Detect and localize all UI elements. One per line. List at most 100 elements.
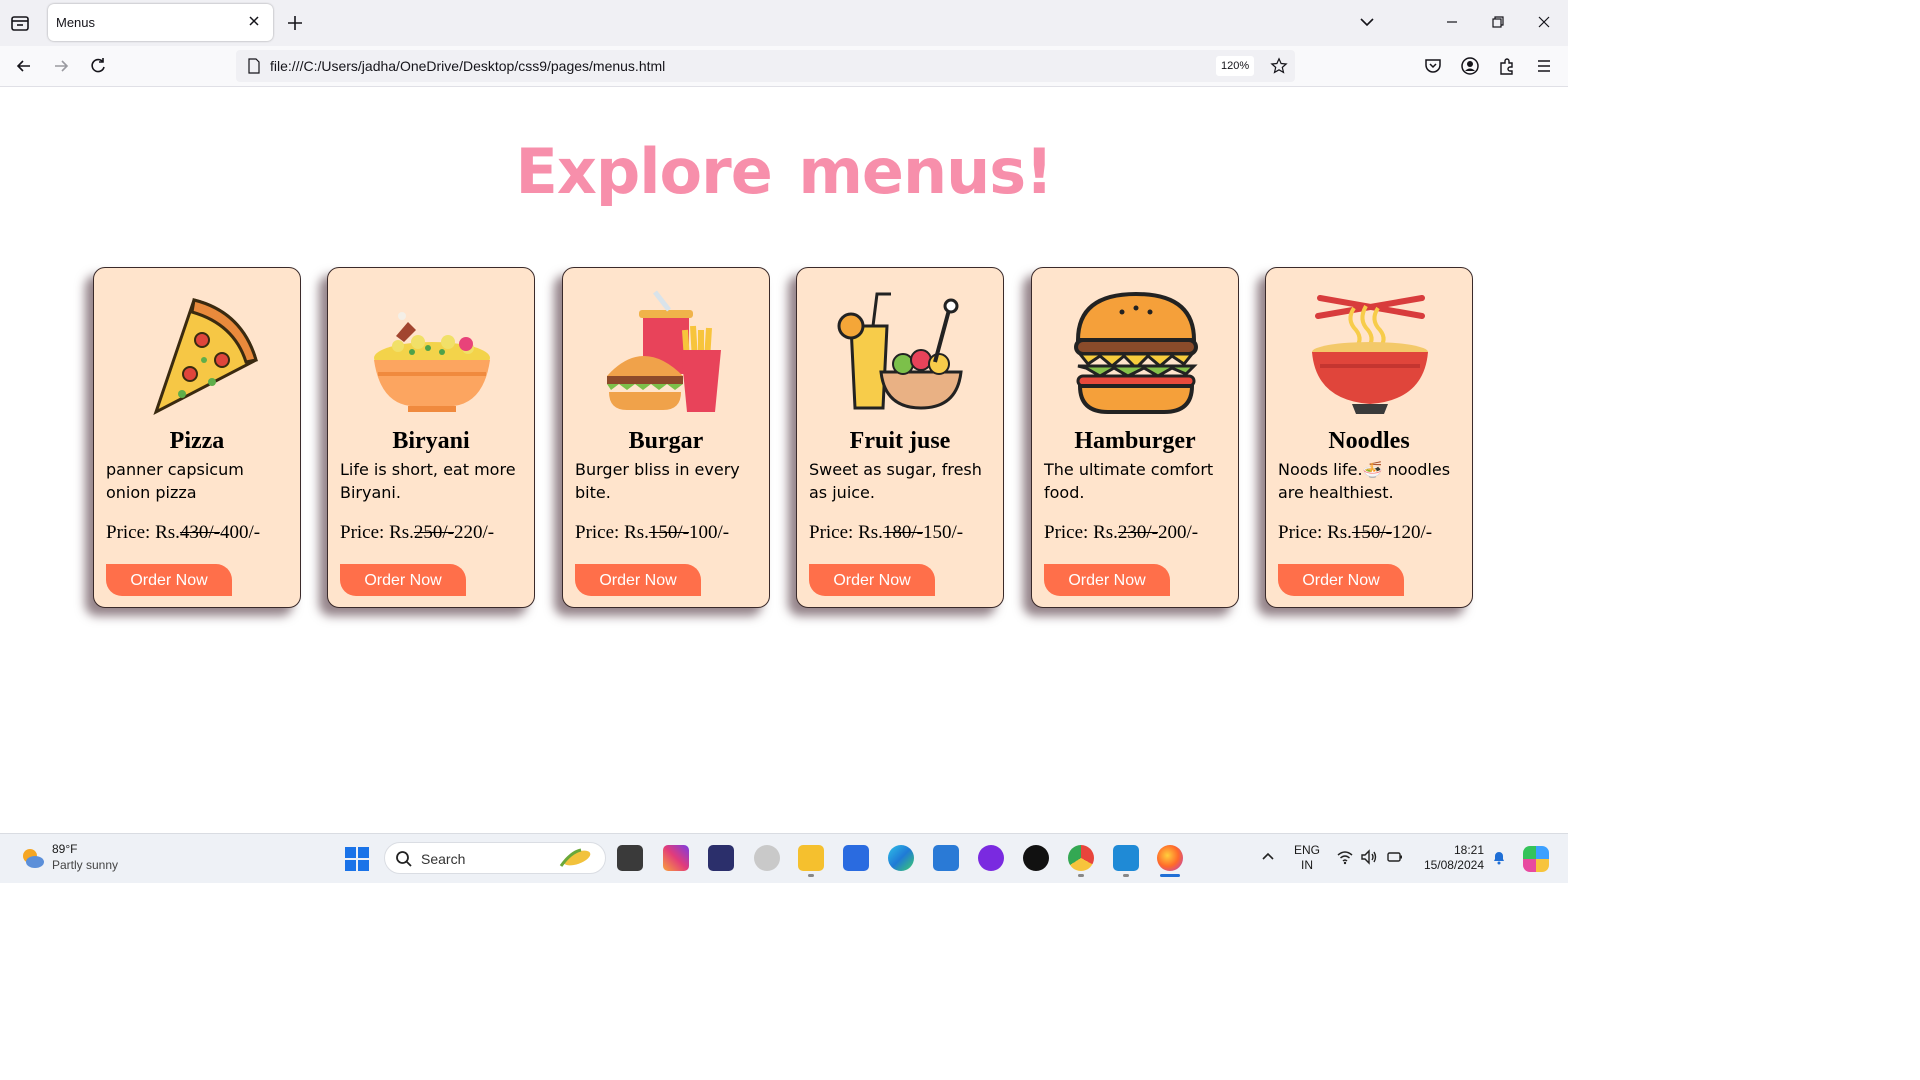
wifi-icon[interactable] — [1336, 848, 1354, 866]
file-explorer-icon[interactable] — [798, 845, 824, 871]
bookmark-star-icon[interactable] — [1270, 57, 1288, 75]
reload-icon[interactable] — [88, 56, 108, 76]
hamburger-menu-icon[interactable] — [1534, 56, 1554, 76]
system-clock[interactable]: 18:21 15/08/2024 — [1418, 843, 1484, 873]
new-price: 120 — [1392, 522, 1421, 543]
old-price: 230/- — [1117, 522, 1158, 543]
card-price: Price: Rs.430/-400/- — [106, 522, 260, 544]
browser-tab-bar: Menus — [0, 0, 1568, 46]
price-suffix: /- — [1420, 522, 1433, 543]
copilot-app-icon[interactable] — [978, 845, 1004, 871]
tab-menus[interactable]: Menus — [48, 4, 273, 41]
order-now-button[interactable]: Order Now — [809, 564, 935, 596]
url-text[interactable]: file:///C:/Users/jadha/OneDrive/Desktop/… — [270, 58, 665, 74]
chrome-icon[interactable] — [1068, 845, 1094, 871]
order-now-button[interactable]: Order Now — [1044, 564, 1170, 596]
forward-arrow-icon[interactable] — [51, 56, 71, 76]
running-indicator — [1123, 874, 1129, 877]
menu-card-fruit-juse: Fruit juse Sweet as sugar, fresh as juic… — [796, 267, 1004, 608]
pizza-icon — [153, 298, 258, 416]
menu-card-burgar: Burgar Burger bliss in every bite. Price… — [562, 267, 770, 608]
extensions-icon[interactable] — [1497, 56, 1517, 76]
price-prefix: Price: Rs. — [575, 522, 649, 543]
edge-icon[interactable] — [888, 845, 914, 871]
old-price: 180/- — [882, 522, 923, 543]
juice-salad-icon — [837, 292, 963, 410]
card-price: Price: Rs.180/-150/- — [809, 522, 963, 544]
pocket-icon[interactable] — [1423, 56, 1443, 76]
card-description: Noods life.🍜 noodles are healthiest. — [1278, 460, 1451, 502]
weather-temperature[interactable]: 89°F — [52, 842, 77, 856]
price-suffix: /- — [717, 522, 730, 543]
windows-start-icon[interactable] — [344, 846, 370, 872]
corn-doodle-icon — [559, 848, 591, 867]
new-price: 200 — [1158, 522, 1187, 543]
firefox-view-icon[interactable] — [8, 11, 32, 35]
card-description: Burger bliss in every bite. — [575, 460, 740, 502]
price-prefix: Price: Rs. — [809, 522, 883, 543]
weather-description[interactable]: Partly sunny — [52, 858, 118, 872]
back-arrow-icon[interactable] — [14, 56, 34, 76]
mastodon-app-icon[interactable] — [754, 845, 780, 871]
old-price: 150/- — [1351, 522, 1392, 543]
volume-icon[interactable] — [1360, 848, 1378, 866]
price-prefix: Price: Rs. — [340, 522, 414, 543]
old-price: 150/- — [648, 522, 689, 543]
running-indicator — [1078, 874, 1084, 877]
firefox-icon[interactable] — [1157, 845, 1183, 871]
card-description: Sweet as sugar, fresh as juice. — [809, 460, 982, 502]
account-icon[interactable] — [1460, 56, 1480, 76]
zoom-level[interactable]: 120% — [1216, 56, 1255, 76]
partly-sunny-icon[interactable] — [18, 844, 46, 872]
new-price: 220 — [454, 522, 483, 543]
dropbox-icon[interactable] — [843, 845, 869, 871]
price-prefix: Price: Rs. — [1044, 522, 1118, 543]
clock-time: 18:21 — [1453, 843, 1484, 857]
restore-icon[interactable] — [1488, 12, 1508, 32]
github-icon[interactable] — [1023, 845, 1049, 871]
vscode-icon[interactable] — [1113, 845, 1139, 871]
copilot-icon[interactable] — [1523, 846, 1549, 872]
price-suffix: /- — [951, 522, 964, 543]
chevron-up-icon[interactable] — [1259, 848, 1277, 866]
dev-app-icon[interactable] — [708, 845, 734, 871]
order-now-button[interactable]: Order Now — [106, 564, 232, 596]
new-tab-icon[interactable] — [285, 13, 305, 33]
instagram-icon[interactable] — [663, 845, 689, 871]
windows-taskbar: 89°F Partly sunny Search ENG IN 18:21 15/0… — [0, 833, 1568, 883]
noodles-icon — [1312, 295, 1428, 414]
web-page: Explore menus! Pizza panner capsicum oni… — [0, 87, 1568, 832]
price-suffix: /- — [482, 522, 495, 543]
menu-card-noodles: Noodles Noods life.🍜 noodles are healthi… — [1265, 267, 1473, 608]
file-icon — [248, 58, 260, 74]
new-price: 100 — [689, 522, 718, 543]
new-price: 400 — [220, 522, 249, 543]
running-indicator — [808, 874, 814, 877]
close-tab-icon[interactable] — [245, 12, 263, 30]
task-view-icon[interactable] — [617, 845, 643, 871]
card-title: Pizza — [169, 428, 225, 454]
minimize-icon[interactable] — [1442, 12, 1462, 32]
navigation-toolbar: file:///C:/Users/jadha/OneDrive/Desktop/… — [0, 46, 1568, 87]
card-description: Life is short, eat more Biryani. — [340, 460, 516, 502]
order-now-button[interactable]: Order Now — [340, 564, 466, 596]
burger-combo-icon — [607, 290, 721, 412]
price-prefix: Price: Rs. — [1278, 522, 1352, 543]
notification-bell-icon[interactable] — [1490, 848, 1508, 866]
taskbar-search-box[interactable]: Search — [384, 842, 606, 874]
card-title: Biryani — [392, 428, 470, 454]
ms-store-icon[interactable] — [933, 845, 959, 871]
order-now-button[interactable]: Order Now — [1278, 564, 1404, 596]
battery-icon[interactable] — [1386, 848, 1404, 866]
card-title: Noodles — [1328, 428, 1410, 454]
chevron-down-icon[interactable] — [1358, 13, 1376, 31]
close-window-icon[interactable] — [1534, 12, 1554, 32]
tab-title: Menus — [56, 15, 96, 30]
address-bar[interactable]: file:///C:/Users/jadha/OneDrive/Desktop/… — [236, 50, 1295, 82]
new-price: 150 — [923, 522, 952, 543]
menu-card-biryani: Biryani Life is short, eat more Biryani.… — [327, 267, 535, 608]
order-now-button[interactable]: Order Now — [575, 564, 701, 596]
card-price: Price: Rs.230/-200/- — [1044, 522, 1198, 544]
input-language[interactable]: ENG IN — [1294, 843, 1320, 873]
biryani-icon — [374, 312, 490, 412]
